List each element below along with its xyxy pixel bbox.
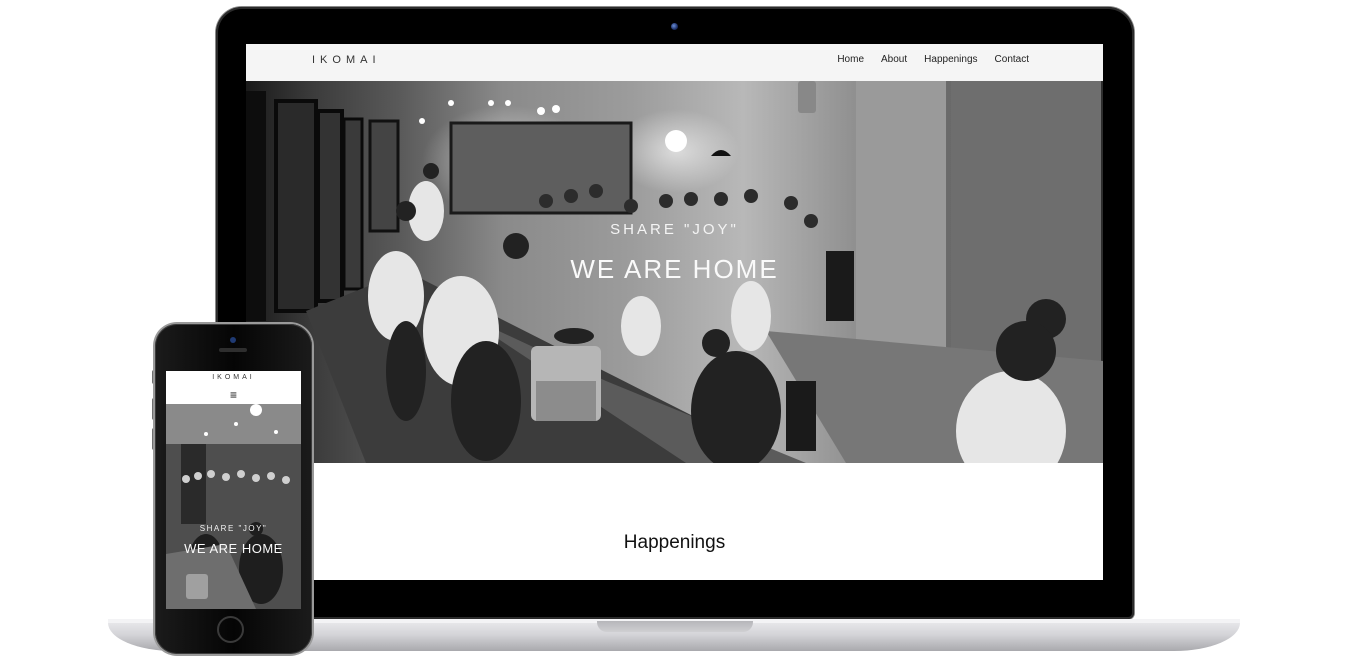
laptop-chin [246,580,1103,612]
nav-happenings-link[interactable]: Happenings [924,54,977,65]
device-mockup-stage: IKOMAI Home About Happenings Contact SHA… [0,0,1349,660]
hero-kicker: SHARE "JOY" [610,221,739,238]
section-heading: Happenings [623,532,726,553]
mobile-hero-kicker: SHARE "JOY" [199,524,268,533]
laptop-camera-icon [671,23,678,30]
site-header: IKOMAI Home About Happenings Contact [246,44,1103,81]
phone-speaker [219,348,247,352]
site-logo[interactable]: IKOMAI [312,54,381,66]
nav-menu: Home About Happenings Contact [837,54,1029,65]
hero-title: WE ARE HOME [570,254,779,284]
mobile-hero-title: WE ARE HOME [184,541,283,556]
phone-screen: IKOMAI ≡ SHARE "JOY" WE ARE HOME [166,371,301,609]
mobile-hero-banner: SHARE "JOY" WE ARE HOME [166,404,301,609]
mobile-site-logo[interactable]: IKOMAI [166,374,301,381]
nav-about-link[interactable]: About [881,54,907,65]
laptop-notch [597,621,753,632]
hamburger-menu-icon[interactable]: ≡ [166,388,301,402]
nav-home-link[interactable]: Home [837,54,864,65]
nav-contact-link[interactable]: Contact [995,54,1029,65]
laptop-screen: IKOMAI Home About Happenings Contact SHA… [246,44,1103,580]
phone-home-button [217,616,244,643]
phone-camera-icon [230,337,236,343]
hero-banner: SHARE "JOY" WE ARE HOME [246,81,1103,463]
mobile-restaurant-photo [166,404,301,609]
